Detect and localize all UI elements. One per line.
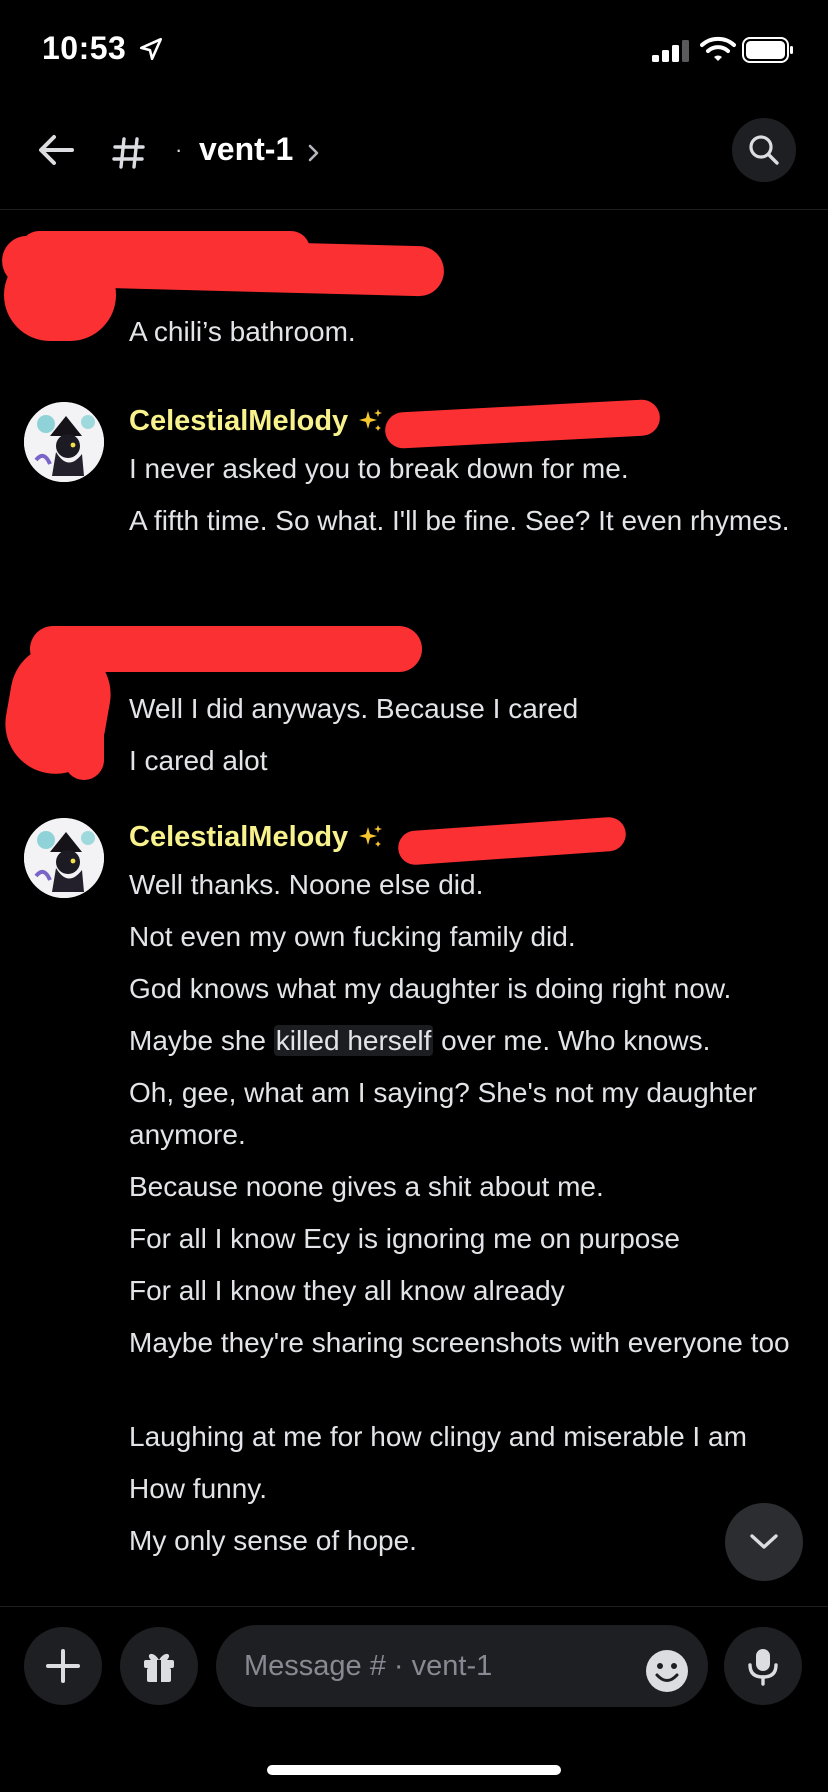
author-row: CelestialMelody (129, 817, 384, 857)
sparkles-icon (359, 409, 383, 431)
avatar-character-icon (24, 402, 104, 482)
message-text: For all I know Ecy is ignoring me on pur… (129, 1223, 680, 1254)
avatar[interactable] (24, 402, 104, 482)
message-text: A chili’s bathroom. (129, 316, 356, 347)
chevron-right-icon[interactable] (305, 142, 323, 164)
channel-header: · vent-1 (0, 100, 828, 210)
gift-icon (144, 1653, 174, 1682)
message-text: How funny. (129, 1473, 267, 1504)
message-group: CelestialMelody Well thanks. Noone else … (0, 807, 828, 1606)
location-arrow-icon (139, 37, 163, 61)
message-input[interactable] (216, 1625, 708, 1707)
redaction-mark (64, 676, 104, 780)
author-name[interactable]: CelestialMelody (129, 821, 348, 854)
back-button[interactable] (32, 126, 80, 174)
message-text: Oh, gee, what am I saying? She's not my … (129, 1077, 757, 1150)
message-text: Maybe she killed herself over me. Who kn… (129, 1020, 805, 1062)
home-indicator (267, 1765, 561, 1775)
message-text: A fifth time. So what. I'll be fine. See… (129, 505, 790, 536)
redaction-mark (384, 398, 661, 450)
plus-icon (46, 1649, 80, 1683)
message-text-part: over me. Who knows. (433, 1025, 711, 1056)
jump-to-latest-button[interactable] (725, 1503, 803, 1581)
message-text: For all I know they all know already (129, 1275, 565, 1306)
channel-dot: · (175, 137, 183, 162)
battery-icon (742, 37, 793, 63)
message-group: A chili’s bathroom. (0, 211, 828, 347)
message-text: Not even my own fucking family did. (129, 921, 576, 952)
hash-icon (112, 137, 145, 169)
chevron-down-icon (750, 1534, 778, 1549)
sparkles-icon (359, 825, 383, 847)
search-button[interactable] (732, 118, 796, 182)
message-text: Laughing at me for how clingy and misera… (129, 1421, 747, 1452)
message-text: Maybe they're sharing screenshots with e… (129, 1327, 790, 1358)
emoji-icon[interactable] (644, 1648, 690, 1694)
status-time: 10:53 (42, 30, 127, 66)
author-name[interactable]: CelestialMelody (129, 405, 348, 438)
highlighted-text[interactable]: killed herself (273, 1025, 434, 1056)
gift-button[interactable] (120, 1627, 198, 1705)
message-text: I cared alot (129, 745, 268, 776)
microphone-icon (748, 1649, 778, 1686)
message-text-part: Maybe she (129, 1025, 274, 1056)
cellular-signal-icon (652, 40, 689, 62)
search-icon (749, 135, 779, 165)
message-text: God knows what my daughter is doing righ… (129, 973, 732, 1004)
message-group: CelestialMelody I never asked you to bre… (0, 391, 828, 591)
message-group: Well I did anyways. Because I cared I ca… (0, 616, 828, 782)
message-text: My only sense of hope. (129, 1525, 417, 1556)
avatar-character-icon (24, 818, 104, 898)
redaction-mark (20, 231, 310, 269)
message-list[interactable]: A chili’s bathroom. CelestialMelody I ne… (0, 211, 828, 1606)
message-text: Well I did anyways. Because I cared (129, 693, 579, 724)
message-text: I never asked you to break down for me. (129, 453, 629, 484)
message-text: Because noone gives a shit about me. (129, 1171, 604, 1202)
channel-name[interactable]: vent-1 (199, 131, 293, 168)
wifi-icon (700, 36, 736, 61)
status-bar: 10:53 (0, 0, 828, 100)
voice-message-button[interactable] (724, 1627, 802, 1705)
add-attachment-button[interactable] (24, 1627, 102, 1705)
message-composer (0, 1606, 828, 1716)
redaction-mark (397, 816, 627, 866)
author-row: CelestialMelody (129, 401, 384, 441)
message-text: Well thanks. Noone else did. (129, 869, 484, 900)
avatar[interactable] (24, 818, 104, 898)
